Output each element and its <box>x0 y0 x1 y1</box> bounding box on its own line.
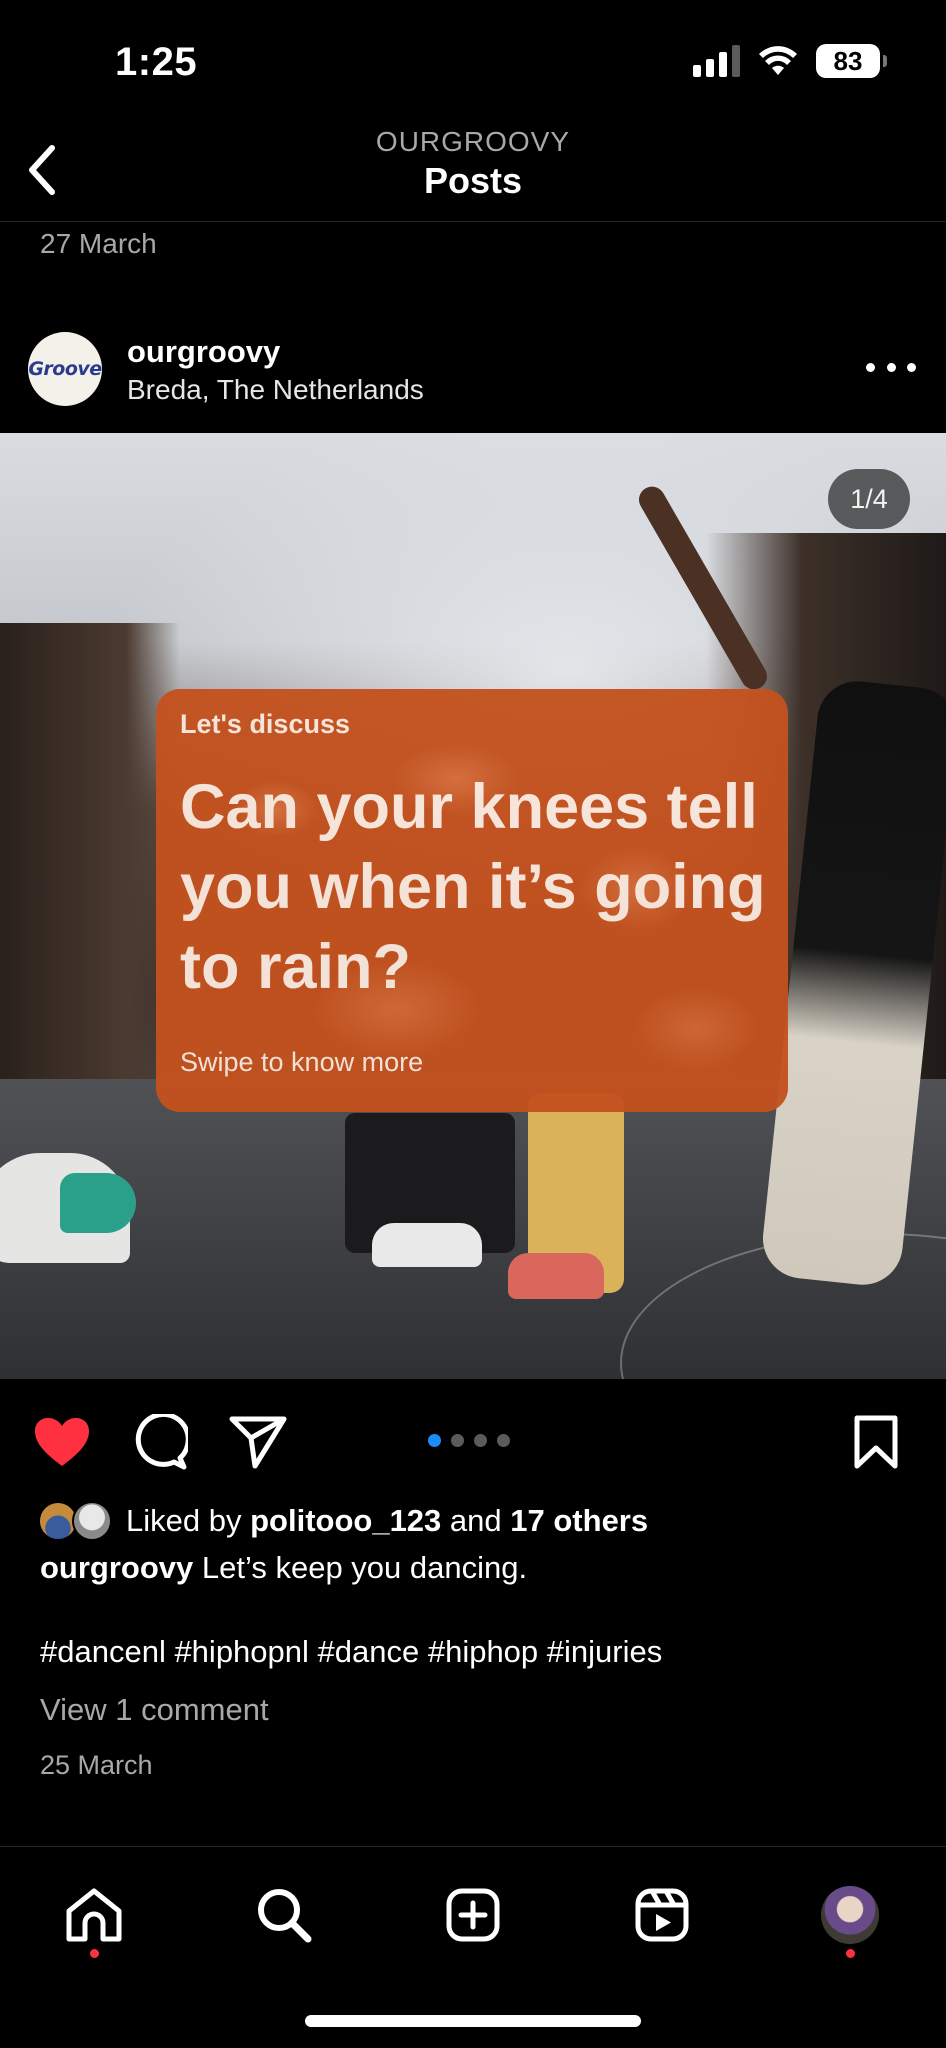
search-icon <box>258 1889 312 1943</box>
view-comments-link[interactable]: View 1 comment <box>40 1692 269 1728</box>
caption-text: Let’s keep you dancing. <box>201 1550 528 1585</box>
share-button[interactable] <box>226 1410 290 1474</box>
heart-filled-icon <box>35 1418 89 1466</box>
save-button[interactable] <box>844 1410 908 1474</box>
status-time: 1:25 <box>115 40 198 84</box>
post-actions <box>0 1380 946 1500</box>
battery-level: 83 <box>833 45 863 76</box>
more-horizontal-icon <box>866 362 875 372</box>
status-bar: 1:25 83 <box>0 0 946 120</box>
likes-middle: and <box>449 1503 502 1538</box>
notification-dot <box>846 1949 855 1958</box>
carousel-page-indicator: 1/4 <box>828 469 910 529</box>
likes-others[interactable]: 17 others <box>510 1503 648 1539</box>
post-location[interactable]: Breda, The Netherlands <box>127 374 424 406</box>
home-indicator[interactable] <box>305 2015 641 2027</box>
profile-avatar <box>821 1886 879 1944</box>
post-date: 25 March <box>40 1750 153 1780</box>
status-indicators: 83 <box>693 44 887 78</box>
comment-button[interactable] <box>128 1410 192 1474</box>
header-account-name: OURGROOVY <box>375 126 571 157</box>
discussion-card: Let's discuss Can your knees tell you wh… <box>156 689 788 1112</box>
likes-summary[interactable]: Liked by politooo_123 and 17 others <box>38 1498 648 1544</box>
comment-icon <box>135 1414 188 1470</box>
notification-dot <box>90 1949 99 1958</box>
post-hashtags[interactable]: #dancenl #hiphopnl #dance #hiphop #injur… <box>40 1634 662 1670</box>
post-username[interactable]: ourgroovy <box>127 334 280 370</box>
liker-avatar <box>72 1501 112 1541</box>
account-avatar[interactable]: Groove <box>28 332 102 406</box>
carousel-dot <box>474 1434 487 1447</box>
carousel-dot-active <box>428 1434 441 1447</box>
tab-home[interactable] <box>54 1875 134 1955</box>
liker-avatars <box>38 1499 118 1543</box>
groove-logo: Groove <box>28 358 102 380</box>
carousel-dots <box>428 1434 510 1447</box>
wifi-icon <box>759 46 797 75</box>
caption-username[interactable]: ourgroovy <box>40 1550 193 1585</box>
likes-prefix: Liked by <box>126 1503 242 1538</box>
post-header: Groove ourgroovy Breda, The Netherlands <box>0 328 946 432</box>
carousel-dot <box>451 1434 464 1447</box>
tab-create[interactable] <box>433 1875 513 1955</box>
page-title: Posts <box>423 160 523 201</box>
home-icon <box>66 1888 122 1942</box>
post-caption: ourgroovy Let’s keep you dancing. <box>40 1550 527 1586</box>
post-carousel-image[interactable]: 1/4 Let's discuss Can your knees tell yo… <box>0 433 946 1379</box>
tab-reels[interactable] <box>622 1875 702 1955</box>
battery-icon: 83 <box>816 44 887 78</box>
create-icon <box>446 1888 500 1942</box>
reels-icon <box>635 1888 689 1942</box>
card-kicker: Let's discuss <box>180 709 350 739</box>
previous-post-date: 27 March <box>40 228 157 259</box>
card-footer: Swipe to know more <box>180 1047 424 1077</box>
carousel-dot <box>497 1434 510 1447</box>
more-options-button[interactable] <box>866 352 916 382</box>
card-headline: Can your knees tell you when it’s going … <box>180 772 766 1002</box>
liker-username[interactable]: politooo_123 <box>250 1503 441 1539</box>
cellular-signal-icon <box>693 45 740 77</box>
paper-plane-icon <box>229 1416 287 1469</box>
like-button[interactable] <box>30 1410 94 1474</box>
posts-header: OURGROOVY Posts <box>0 118 946 222</box>
bottom-tab-bar <box>0 1846 946 2048</box>
bookmark-icon <box>854 1415 898 1469</box>
tab-profile[interactable] <box>810 1875 890 1955</box>
tab-search[interactable] <box>244 1875 324 1955</box>
